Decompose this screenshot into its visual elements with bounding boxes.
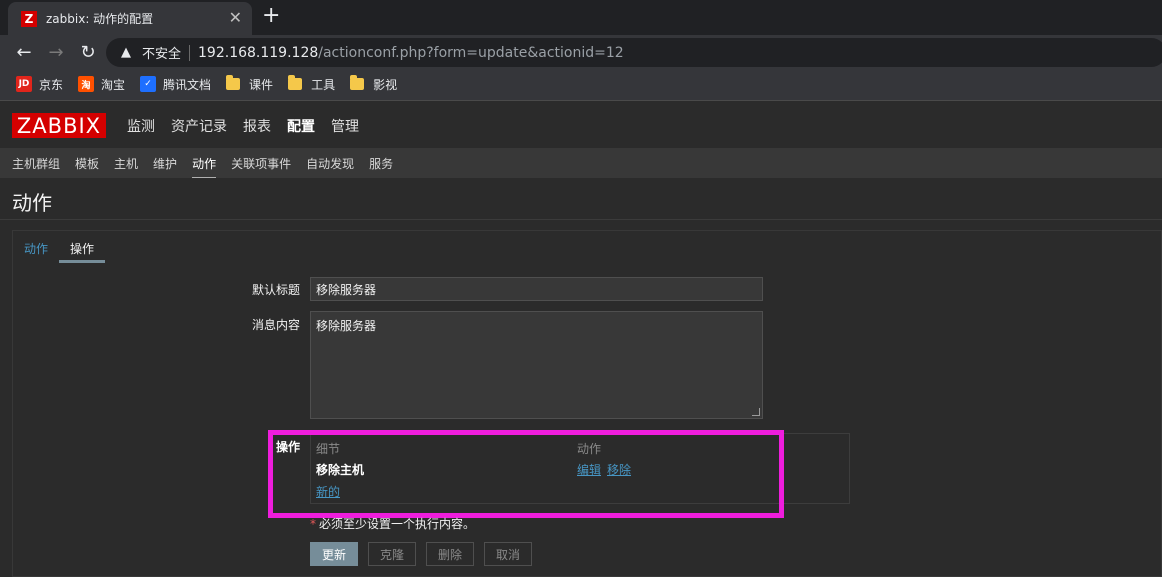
bookmark-folder-tools[interactable]: 工具 (288, 75, 336, 93)
bookmark-taobao[interactable]: 淘 淘宝 (78, 76, 125, 93)
bookmark-label: 京东 (39, 77, 64, 92)
required-asterisk: * (310, 517, 316, 531)
sub-menu-services[interactable]: 服务 (369, 155, 393, 172)
main-menu-reports[interactable]: 报表 (243, 116, 271, 136)
address-bar[interactable]: ▲ 不安全 192.168.119.128/actionconf.php?for… (106, 38, 1162, 67)
bookmark-label: 课件 (249, 77, 274, 92)
resize-handle-icon[interactable] (752, 408, 760, 416)
insecure-label: 不安全 (142, 47, 182, 62)
back-arrow-icon[interactable]: ← (13, 41, 35, 63)
close-icon[interactable]: ✕ (229, 10, 242, 26)
sub-menu-actions[interactable]: 动作 (192, 155, 217, 180)
warning-icon: ▲ (121, 45, 131, 60)
bookmarks-bar: JD 京东 淘 淘宝 ✓ 腾讯文档 课件 工具 影视 (0, 68, 1162, 101)
tencent-docs-icon: ✓ (140, 76, 157, 92)
folder-icon (288, 75, 303, 90)
main-menu-administration[interactable]: 管理 (331, 116, 359, 136)
bookmark-label: 腾讯文档 (163, 77, 212, 92)
required-note: * 必须至少设置一个执行内容。 (310, 515, 475, 532)
zabbix-favicon-icon: Z (21, 10, 37, 27)
tab-operations[interactable]: 操作 (59, 231, 106, 263)
highlight-box (268, 430, 784, 518)
forward-arrow-icon[interactable]: → (45, 41, 67, 63)
main-menu-inventory[interactable]: 资产记录 (171, 116, 227, 136)
main-menu-monitoring[interactable]: 监测 (127, 116, 155, 136)
folder-icon (226, 75, 241, 90)
sub-menu: 主机群组 模板 主机 维护 动作 关联项事件 自动发现 服务 (0, 148, 1162, 180)
browser-tab[interactable]: Z zabbix: 动作的配置 ✕ (8, 2, 252, 35)
jd-logo-icon: JD (16, 76, 32, 92)
zabbix-logo[interactable]: ZABBIX (12, 113, 106, 138)
new-tab-icon[interactable]: + (262, 5, 280, 27)
main-menu: 监测 资产记录 报表 配置 管理 (127, 116, 375, 136)
zabbix-header: ZABBIX 监测 资产记录 报表 配置 管理 (0, 101, 1162, 148)
update-button[interactable]: 更新 (310, 542, 358, 566)
sub-menu-templates[interactable]: 模板 (75, 155, 99, 172)
message-text: 移除服务器 (316, 319, 377, 333)
url-host: 192.168.119.128 (198, 44, 319, 61)
default-subject-input[interactable]: 移除服务器 (310, 277, 763, 301)
bookmark-label: 影视 (373, 77, 398, 92)
message-label: 消息内容 (251, 318, 300, 332)
folder-icon (350, 75, 365, 90)
url-divider (189, 44, 191, 61)
page-header: 动作 (0, 178, 1162, 220)
tab-title: zabbix: 动作的配置 (46, 12, 154, 26)
clone-button[interactable]: 克隆 (368, 542, 416, 566)
url-path: /actionconf.php?form=update&actionid=12 (318, 44, 624, 61)
delete-button[interactable]: 删除 (426, 542, 474, 566)
browser-tab-strip: Z zabbix: 动作的配置 ✕ + (0, 0, 1162, 35)
reload-icon[interactable]: ↻ (77, 41, 99, 63)
bookmark-tencent-docs[interactable]: ✓ 腾讯文档 (140, 76, 211, 93)
bookmark-jd[interactable]: JD 京东 (16, 76, 63, 93)
sub-menu-host-groups[interactable]: 主机群组 (12, 155, 60, 172)
sub-menu-hosts[interactable]: 主机 (114, 155, 138, 172)
form-tabs: 动作 操作 (13, 231, 106, 263)
default-subject-label: 默认标题 (251, 283, 300, 297)
bookmark-label: 淘宝 (101, 77, 126, 92)
message-textarea[interactable]: 移除服务器 (310, 311, 763, 419)
tab-action[interactable]: 动作 (13, 231, 59, 263)
page-title: 动作 (12, 191, 52, 215)
bookmark-folder-video[interactable]: 影视 (350, 75, 398, 93)
taobao-logo-icon: 淘 (78, 76, 95, 92)
sub-menu-correlation[interactable]: 关联项事件 (231, 155, 291, 172)
sub-menu-discovery[interactable]: 自动发现 (306, 155, 354, 172)
required-note-text: 必须至少设置一个执行内容。 (319, 517, 476, 531)
cancel-button[interactable]: 取消 (484, 542, 532, 566)
main-menu-configuration[interactable]: 配置 (287, 116, 315, 136)
browser-toolbar: ← → ↻ ▲ 不安全 192.168.119.128/actionconf.p… (0, 35, 1162, 68)
bookmark-label: 工具 (311, 77, 336, 92)
sub-menu-maintenance[interactable]: 维护 (153, 155, 177, 172)
bookmark-folder-courseware[interactable]: 课件 (226, 75, 274, 93)
